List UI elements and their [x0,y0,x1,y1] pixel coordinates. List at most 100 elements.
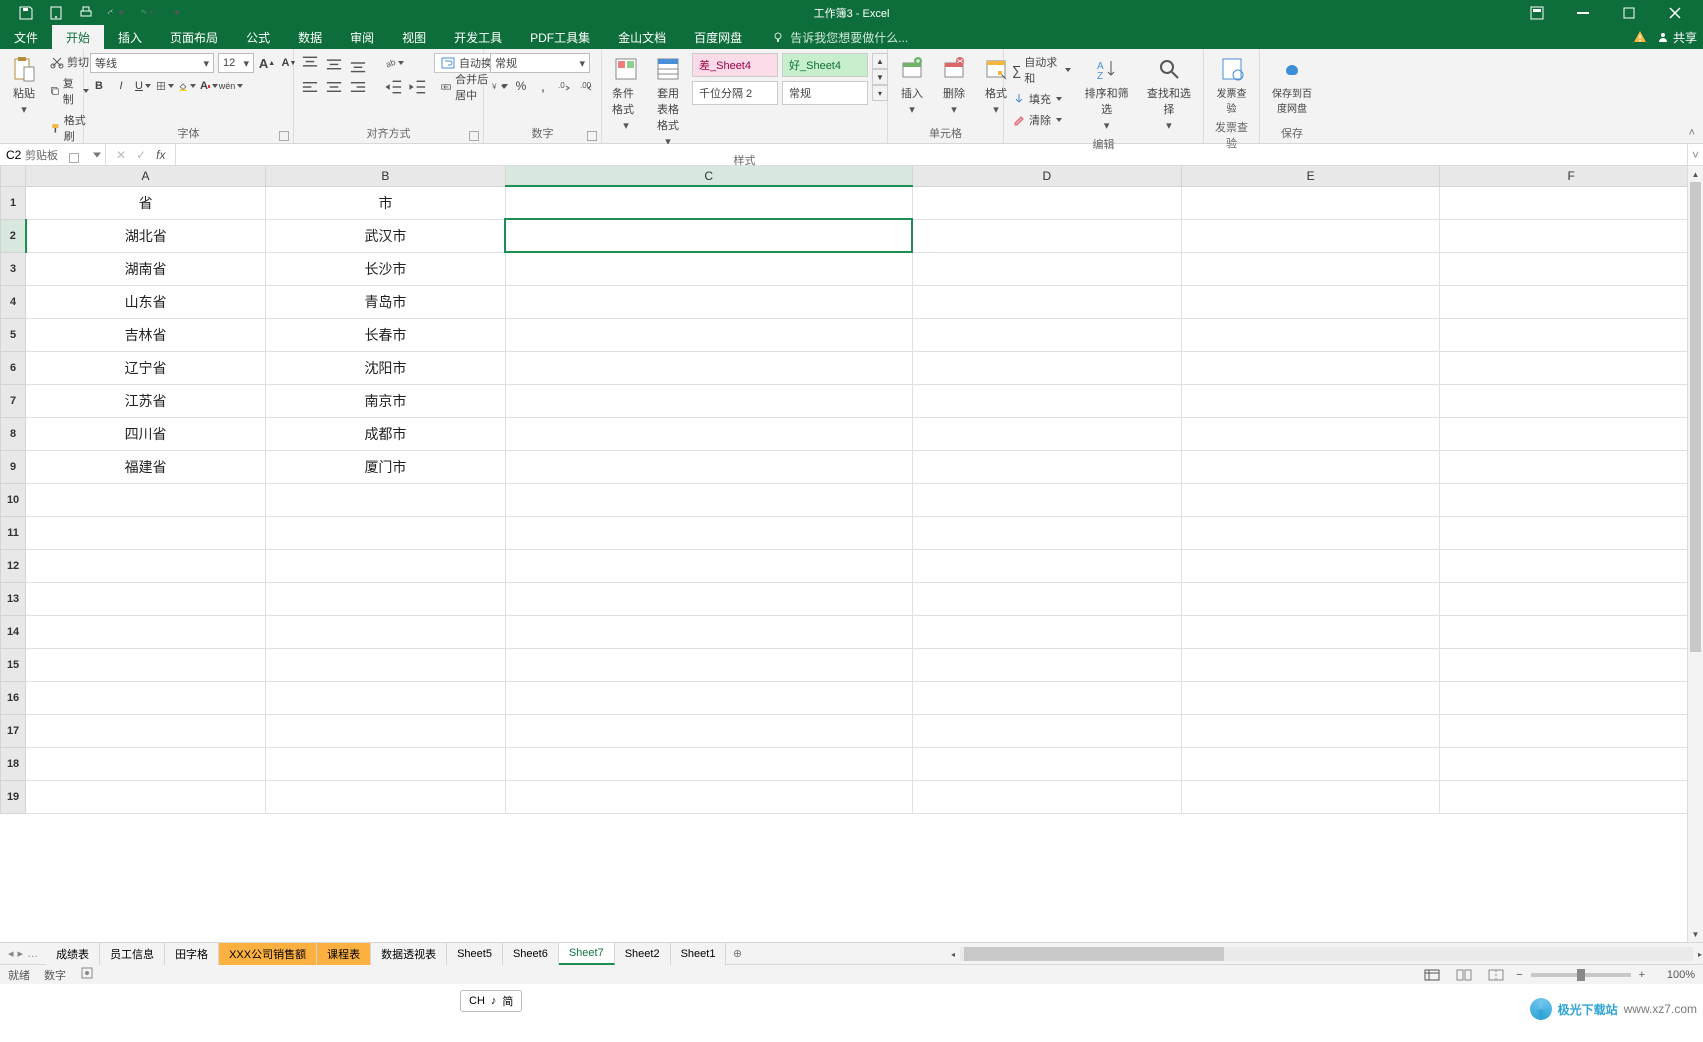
align-middle-icon[interactable] [324,53,344,73]
cell-C14[interactable] [505,615,912,648]
comma-format-icon[interactable]: , [534,77,552,95]
style-bad[interactable]: 差_Sheet4 [692,53,778,77]
format-as-table-button[interactable]: 套用表格格式▾ [650,53,686,150]
cell-B8[interactable]: 成都市 [266,417,506,450]
select-all-corner[interactable] [1,166,26,186]
cell-A3[interactable]: 湖南省 [26,252,266,285]
cell-F12[interactable] [1440,549,1703,582]
cell-F7[interactable] [1440,384,1703,417]
cell-A5[interactable]: 吉林省 [26,318,266,351]
ribbon-tab-插入[interactable]: 插入 [104,25,156,49]
sheet-tab-课程表[interactable]: 课程表 [317,943,371,965]
cell-D5[interactable] [912,318,1182,351]
cell-E8[interactable] [1182,417,1440,450]
font-name-combo[interactable]: 等线▾ [90,53,214,73]
cell-C18[interactable] [505,747,912,780]
cell-A15[interactable] [26,648,266,681]
cell-B10[interactable] [266,483,506,516]
row-header-13[interactable]: 13 [1,582,26,615]
cell-A9[interactable]: 福建省 [26,450,266,483]
decrease-decimal-icon[interactable]: .00 [578,77,596,95]
save-to-baidu-button[interactable]: 保存到百度网盘 [1266,53,1318,117]
cell-D11[interactable] [912,516,1182,549]
maximize-icon[interactable] [1609,0,1649,25]
sheet-tab-田字格[interactable]: 田字格 [165,943,219,965]
cell-B17[interactable] [266,714,506,747]
align-center-icon[interactable] [324,77,344,97]
cell-A14[interactable] [26,615,266,648]
cell-F17[interactable] [1440,714,1703,747]
quick-print-icon[interactable] [78,5,94,21]
fx-icon[interactable]: fx [156,148,165,162]
tell-me[interactable]: 告诉我您想要做什么... [756,25,908,49]
fill-color-button[interactable] [178,77,196,95]
cell-A4[interactable]: 山东省 [26,285,266,318]
cell-C10[interactable] [505,483,912,516]
row-header-1[interactable]: 1 [1,186,26,219]
cell-A16[interactable] [26,681,266,714]
name-box[interactable]: C2 [0,144,106,165]
cell-F15[interactable] [1440,648,1703,681]
ribbon-tab-数据[interactable]: 数据 [284,25,336,49]
percent-format-icon[interactable]: % [512,77,530,95]
cell-B3[interactable]: 长沙市 [266,252,506,285]
cell-A2[interactable]: 湖北省 [26,219,266,252]
enter-formula-icon[interactable]: ✓ [136,148,146,162]
delete-cells-button[interactable]: 删除▾ [936,53,972,118]
horizontal-scrollbar[interactable]: ◂ ▸ [960,947,1693,961]
hscroll-left-icon[interactable]: ◂ [946,947,960,961]
col-header-F[interactable]: F [1440,166,1703,186]
cell-E11[interactable] [1182,516,1440,549]
row-header-14[interactable]: 14 [1,615,26,648]
italic-button[interactable]: I [112,77,130,95]
sort-filter-button[interactable]: AZ排序和筛选▾ [1079,53,1135,134]
cell-C19[interactable] [505,780,912,813]
cell-A7[interactable]: 江苏省 [26,384,266,417]
cell-E3[interactable] [1182,252,1440,285]
sheet-tab-Sheet6[interactable]: Sheet6 [503,943,559,965]
ribbon-display-icon[interactable] [1517,0,1557,25]
number-dialog-launcher[interactable] [587,131,597,141]
cell-E12[interactable] [1182,549,1440,582]
row-header-2[interactable]: 2 [1,219,26,252]
ribbon-tab-审阅[interactable]: 审阅 [336,25,388,49]
ribbon-tab-百度网盘[interactable]: 百度网盘 [680,25,756,49]
cell-C16[interactable] [505,681,912,714]
cell-A10[interactable] [26,483,266,516]
col-header-D[interactable]: D [912,166,1182,186]
align-top-icon[interactable] [300,53,320,73]
vscroll-thumb[interactable] [1690,182,1701,652]
cell-F18[interactable] [1440,747,1703,780]
row-header-17[interactable]: 17 [1,714,26,747]
cell-D16[interactable] [912,681,1182,714]
cell-A11[interactable] [26,516,266,549]
invoice-check-button[interactable]: 发票查验 [1210,53,1253,117]
cell-A8[interactable]: 四川省 [26,417,266,450]
conditional-formatting-button[interactable]: 条件格式▾ [608,53,644,134]
cell-F2[interactable] [1440,219,1703,252]
align-dialog-launcher[interactable] [469,131,479,141]
ribbon-tab-页面布局[interactable]: 页面布局 [156,25,232,49]
warning-icon[interactable] [1633,30,1647,44]
row-header-16[interactable]: 16 [1,681,26,714]
cell-E17[interactable] [1182,714,1440,747]
cell-C8[interactable] [505,417,912,450]
cell-D15[interactable] [912,648,1182,681]
cell-B2[interactable]: 武汉市 [266,219,506,252]
cell-D3[interactable] [912,252,1182,285]
row-header-8[interactable]: 8 [1,417,26,450]
cell-A12[interactable] [26,549,266,582]
cell-C2[interactable] [505,219,912,252]
zoom-out-button[interactable]: − [1516,969,1522,981]
cell-E10[interactable] [1182,483,1440,516]
gallery-up-icon[interactable]: ▲ [872,53,888,69]
col-header-B[interactable]: B [266,166,506,186]
cell-B14[interactable] [266,615,506,648]
cell-A18[interactable] [26,747,266,780]
cell-B15[interactable] [266,648,506,681]
page-layout-view-icon[interactable] [1452,967,1476,983]
cell-C9[interactable] [505,450,912,483]
ribbon-tab-公式[interactable]: 公式 [232,25,284,49]
autosum-button[interactable]: ∑自动求和 [1010,53,1073,87]
cell-D7[interactable] [912,384,1182,417]
